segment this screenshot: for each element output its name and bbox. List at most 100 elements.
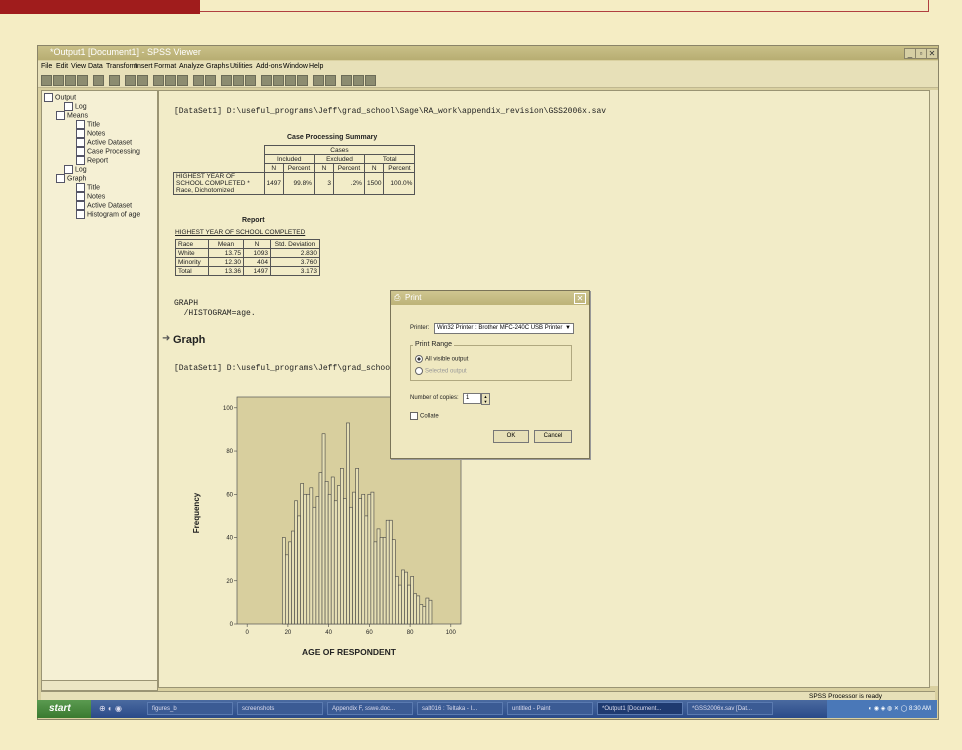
- collate-checkbox[interactable]: Collate: [410, 412, 439, 420]
- undo-icon[interactable]: [125, 75, 136, 86]
- tree-item-graph[interactable]: Graph: [56, 174, 86, 183]
- goto-case-icon[interactable]: [165, 75, 176, 86]
- task-figures[interactable]: figures_b: [147, 702, 233, 715]
- menu-format[interactable]: Format: [154, 63, 176, 70]
- expand-icon[interactable]: [285, 75, 296, 86]
- find-icon[interactable]: [193, 75, 204, 86]
- redo-icon[interactable]: [137, 75, 148, 86]
- log-icon: [64, 102, 73, 111]
- menu-window[interactable]: Window: [283, 63, 308, 70]
- export-icon[interactable]: [93, 75, 104, 86]
- tree-item-graph-active-dataset[interactable]: Active Dataset: [76, 201, 132, 210]
- tree-item-case-processing[interactable]: Case Processing: [76, 147, 140, 156]
- histogram-bar: [385, 519, 390, 625]
- copies-input[interactable]: 1: [463, 393, 481, 404]
- tree-item-graph-notes[interactable]: Notes: [76, 192, 105, 201]
- case-processing-table: Cases Included Excluded Total N Percent N Per…: [173, 145, 416, 195]
- page-top-rule: [200, 11, 928, 12]
- tree-item-title[interactable]: Title: [76, 120, 100, 129]
- title-bar[interactable]: *Output1 [Document1] - SPSS Viewer _ ▫ ✕: [38, 46, 938, 60]
- variables-icon[interactable]: [177, 75, 188, 86]
- close-button[interactable]: ✕: [926, 48, 938, 59]
- hide-icon[interactable]: [325, 75, 336, 86]
- quick-launch-icons[interactable]: ⊕ ◐ ◉: [99, 704, 122, 713]
- tray-icons[interactable]: ◐ ◉ ◈ ◍ ✕ ◯: [869, 706, 909, 712]
- tree-item-report[interactable]: Report: [76, 156, 108, 165]
- demote-icon[interactable]: [273, 75, 284, 86]
- histogram-bar: [318, 472, 323, 625]
- histogram-bar: [410, 576, 414, 625]
- task-spss-data[interactable]: *GSS2006x.sav [Dat...: [687, 702, 773, 715]
- chart-icon: [76, 210, 85, 219]
- select-cases-icon[interactable]: [245, 75, 256, 86]
- histogram-bar: [398, 584, 402, 625]
- insert-title-icon[interactable]: [353, 75, 364, 86]
- menu-analyze[interactable]: Analyze: [179, 63, 204, 70]
- start-button[interactable]: start: [37, 700, 91, 718]
- histogram-bar: [309, 487, 314, 625]
- collapse-icon[interactable]: [297, 75, 308, 86]
- histogram-bar: [282, 537, 286, 625]
- copies-spinner[interactable]: ▲ ▼: [481, 393, 490, 405]
- goto-data-icon[interactable]: [153, 75, 164, 86]
- tree-item-log-2[interactable]: Log: [64, 165, 87, 174]
- save-icon[interactable]: [53, 75, 64, 86]
- menu-view[interactable]: View: [71, 63, 86, 70]
- histogram-bar: [355, 468, 359, 625]
- tree-item-means[interactable]: Means: [56, 111, 88, 120]
- menu-edit[interactable]: Edit: [56, 63, 68, 70]
- x-axis-label: AGE OF RESPONDENT: [302, 647, 397, 657]
- printer-select[interactable]: Win32 Printer : Brother MFC-240C USB Pri…: [434, 323, 574, 334]
- menu-data[interactable]: Data: [88, 63, 103, 70]
- ok-button[interactable]: OK: [493, 430, 529, 443]
- insert-heading-icon[interactable]: [341, 75, 352, 86]
- promote-icon[interactable]: [261, 75, 272, 86]
- menu-insert[interactable]: Insert: [135, 63, 153, 70]
- menu-transform[interactable]: Transform: [106, 63, 138, 70]
- tree-item-notes[interactable]: Notes: [76, 129, 105, 138]
- y-axis-label: Frequency: [192, 492, 201, 533]
- selected-output-radio[interactable]: Selected output: [415, 367, 467, 375]
- histogram-bar: [297, 515, 301, 625]
- tree-item-log[interactable]: Log: [64, 102, 87, 111]
- tree-item-graph-title[interactable]: Title: [76, 183, 100, 192]
- recall-dialog-icon[interactable]: [109, 75, 120, 86]
- histogram-bar: [422, 606, 427, 625]
- tree-item-histogram[interactable]: Histogram of age: [76, 210, 140, 219]
- histogram-bar: [388, 519, 393, 625]
- page-top-rule-end: [928, 0, 929, 12]
- all-visible-output-radio[interactable]: All visible output: [415, 355, 468, 363]
- dialog-close-button[interactable]: ✕: [574, 293, 586, 304]
- cancel-button[interactable]: Cancel: [534, 430, 572, 443]
- weight-cases-icon[interactable]: [233, 75, 244, 86]
- tree-horizontal-scrollbar[interactable]: [41, 680, 158, 691]
- output-vertical-scrollbar[interactable]: [929, 90, 938, 686]
- menu-graphs[interactable]: Graphs: [206, 63, 229, 70]
- tree-item-active-dataset[interactable]: Active Dataset: [76, 138, 132, 147]
- split-file-icon[interactable]: [221, 75, 232, 86]
- dialog-title-bar[interactable]: ⎙ Print ✕: [391, 291, 589, 305]
- histogram-bar: [327, 493, 332, 625]
- task-appendix[interactable]: Appendix F, sswe.doc...: [327, 702, 413, 715]
- print-preview-icon[interactable]: [77, 75, 88, 86]
- menu-addons[interactable]: Add-ons: [256, 63, 282, 70]
- print-icon[interactable]: [65, 75, 76, 86]
- printer-value: Win32 Printer : Brother MFC-240C USB Pri…: [437, 325, 563, 331]
- copies-label: Number of copies:: [410, 395, 459, 401]
- folder-icon: [44, 93, 53, 102]
- task-spss-output[interactable]: *Output1 [Document...: [597, 702, 683, 715]
- print-icon: ⎙: [394, 293, 401, 302]
- menu-help[interactable]: Help: [309, 63, 323, 70]
- task-salt[interactable]: salt016 : Teltaka - I...: [417, 702, 503, 715]
- task-paint[interactable]: untitled - Paint: [507, 702, 593, 715]
- menu-utilities[interactable]: Utilities: [230, 63, 253, 70]
- show-icon[interactable]: [313, 75, 324, 86]
- tree-item-output[interactable]: Output: [44, 93, 76, 102]
- print-range-label: Print Range: [413, 341, 454, 348]
- y-tick-label: 20: [226, 579, 233, 585]
- insert-text-icon[interactable]: [365, 75, 376, 86]
- insert-cases-icon[interactable]: [205, 75, 216, 86]
- open-icon[interactable]: [41, 75, 52, 86]
- menu-file[interactable]: File: [41, 63, 52, 70]
- task-screenshots[interactable]: screenshots: [237, 702, 323, 715]
